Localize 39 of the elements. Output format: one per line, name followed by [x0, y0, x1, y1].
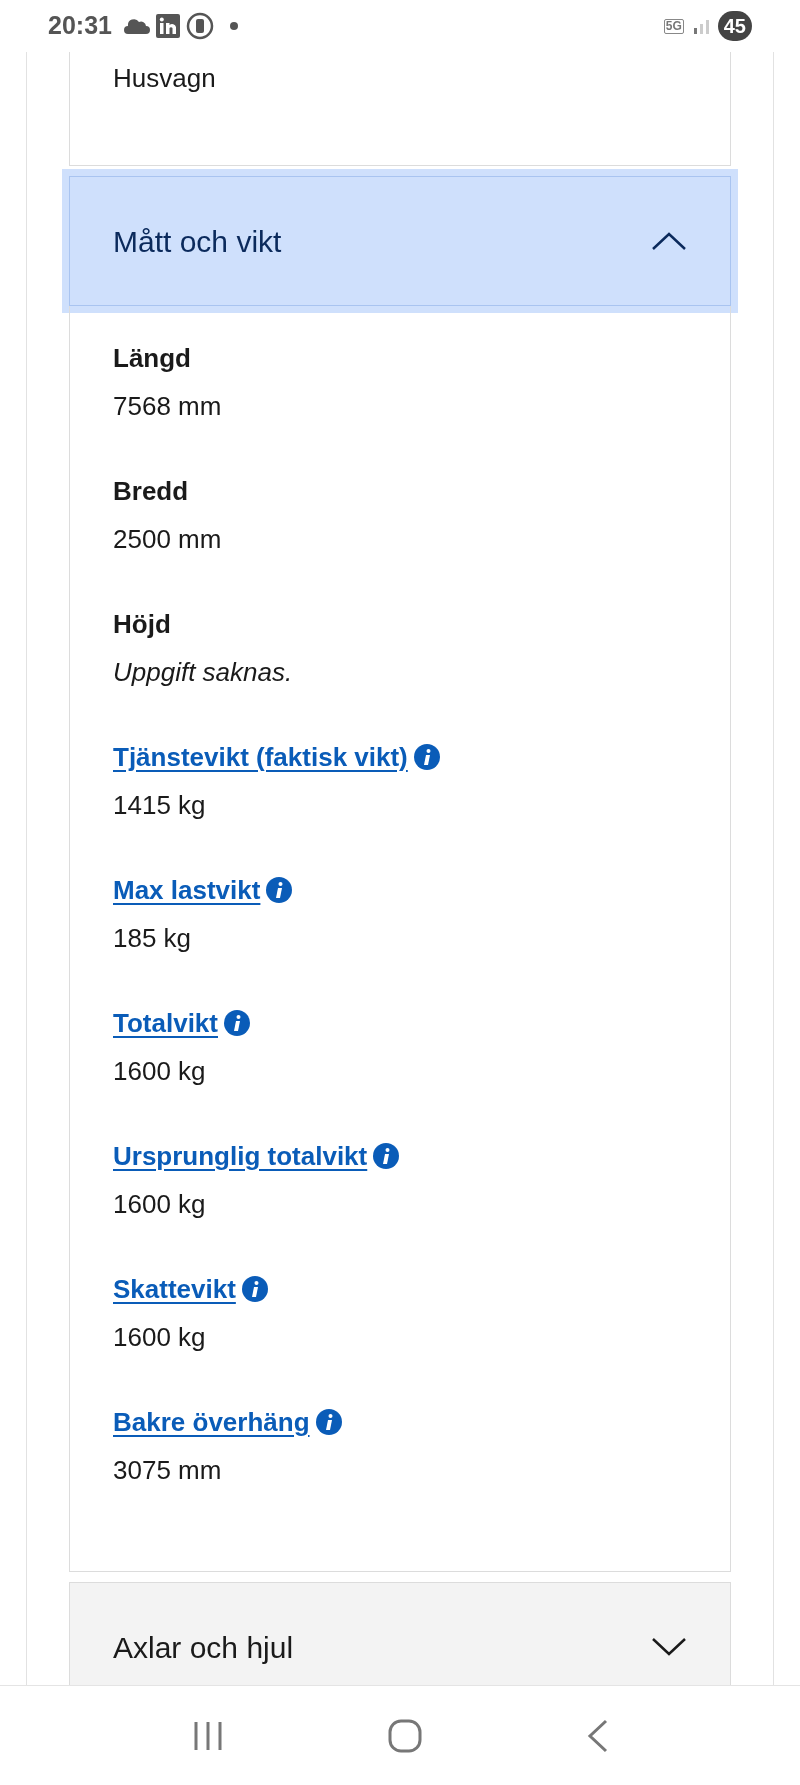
field-value: Husvagn — [113, 63, 216, 93]
field-label-link[interactable]: Tjänstevikt (faktisk vikt) — [113, 737, 408, 777]
chevron-down-icon — [651, 1637, 687, 1657]
field-label-link[interactable]: Max lastvikt — [113, 870, 261, 910]
field-value: 7568 mm — [113, 390, 223, 423]
info-icon[interactable] — [224, 1010, 250, 1036]
info-icon[interactable] — [373, 1143, 400, 1169]
dot-icon — [229, 22, 238, 30]
field-label: Höjd — [113, 608, 172, 641]
field-label-link[interactable]: Skattevikt — [113, 1269, 236, 1309]
cloud-icon — [123, 18, 150, 34]
back-icon[interactable] — [586, 1718, 608, 1753]
field-value: Uppgift saknas. — [113, 656, 294, 689]
field-value: 3075 mm — [113, 1454, 223, 1487]
app-square-icon — [155, 14, 180, 38]
field-value: 1415 kg — [113, 789, 207, 822]
phone-circle-icon — [185, 12, 214, 40]
chevron-up-icon — [651, 231, 687, 251]
recent-apps-icon[interactable] — [192, 1719, 224, 1752]
field-label: Bredd — [113, 475, 190, 508]
info-icon[interactable] — [413, 744, 440, 770]
field-value: 1600 kg — [113, 1055, 207, 1088]
signal-icon — [691, 18, 712, 34]
accordion-header[interactable]: Axlar och hjul — [69, 1582, 731, 1685]
field-label: Längd — [113, 342, 192, 375]
status-time: 20:31 — [48, 10, 112, 42]
battery-indicator: 45 — [717, 11, 752, 41]
info-icon[interactable] — [241, 1276, 268, 1302]
field-label-link[interactable]: Totalvikt — [113, 1003, 218, 1043]
field-value: 185 kg — [113, 922, 193, 955]
field-value: 1600 kg — [113, 1321, 207, 1354]
info-icon[interactable] — [315, 1409, 342, 1435]
info-icon[interactable] — [266, 877, 293, 903]
home-icon[interactable] — [388, 1718, 422, 1753]
field-value: 2500 mm — [113, 523, 223, 556]
field-label-link[interactable]: Bakre överhäng — [113, 1402, 310, 1442]
network-badge: 5G — [663, 18, 684, 34]
field-value: 1600 kg — [113, 1188, 207, 1221]
field-label-link[interactable]: Ursprunglig totalvikt — [113, 1136, 368, 1176]
